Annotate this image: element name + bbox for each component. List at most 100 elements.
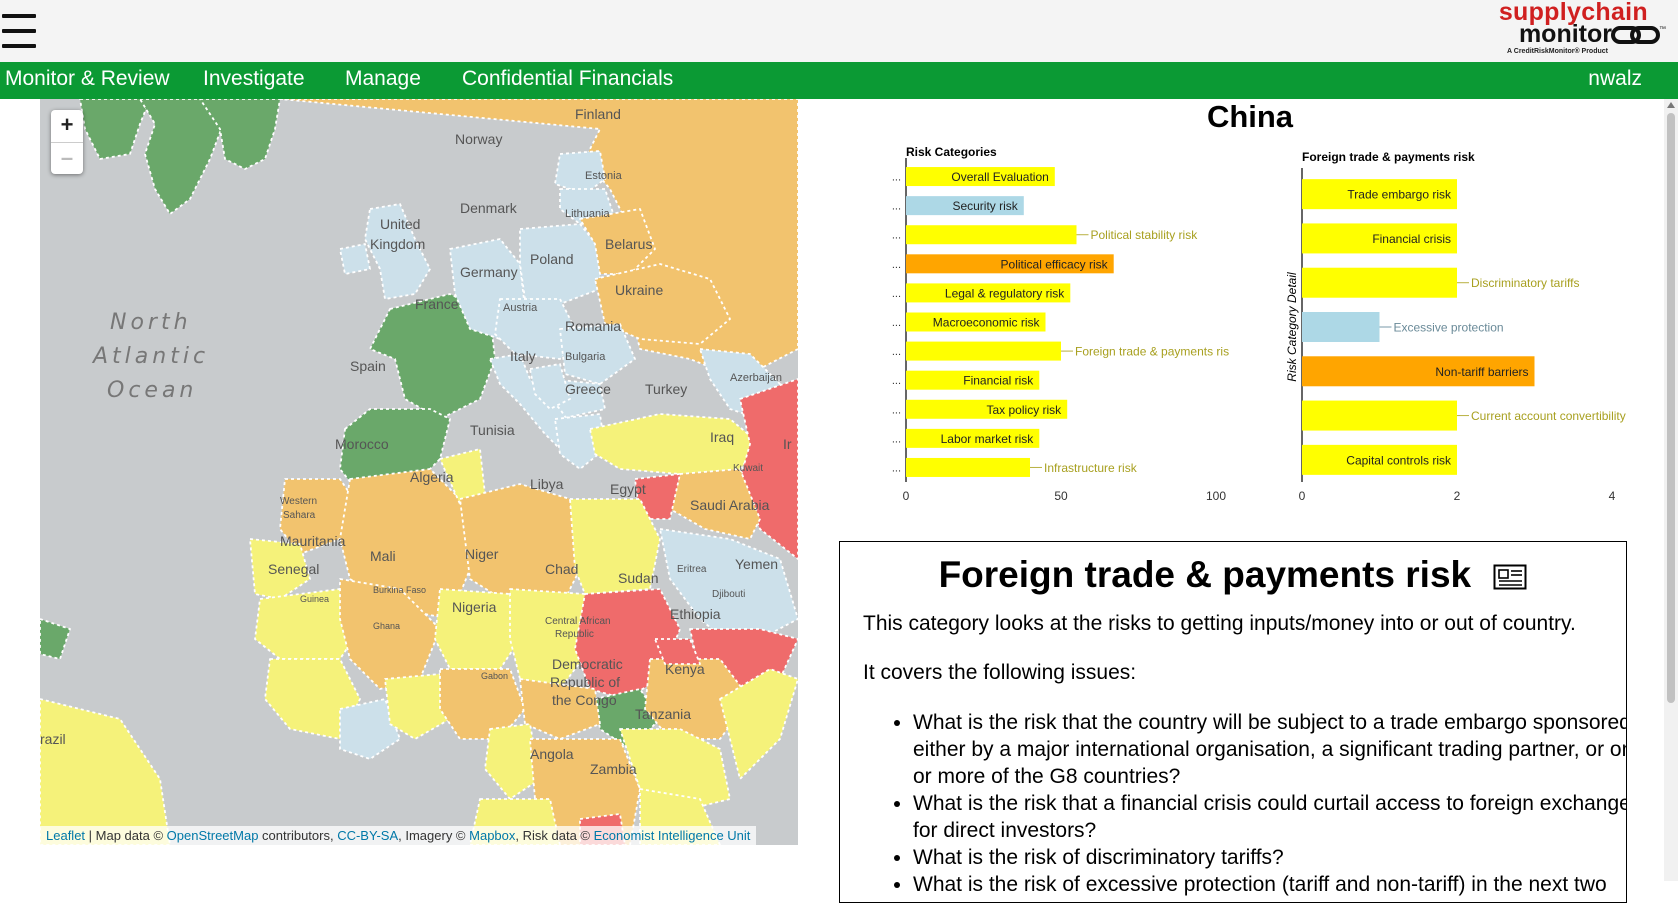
description-covers: It covers the following issues: bbox=[863, 661, 1137, 684]
category-description: Foreign trade & payments risk This categ… bbox=[839, 541, 1627, 903]
eiu-link[interactable]: Economist Intelligence Unit bbox=[594, 828, 751, 843]
map-label: Ghana bbox=[373, 621, 400, 631]
map-label: Italy bbox=[510, 348, 536, 364]
bar-label: Security risk bbox=[952, 199, 1018, 213]
bar-label: Capital controls risk bbox=[1346, 453, 1452, 467]
map-label: Gabon bbox=[481, 671, 508, 681]
bar-label: Current account convertibility bbox=[1471, 409, 1626, 423]
map-label: Bulgaria bbox=[565, 351, 606, 363]
logo-trademark: ™ bbox=[1659, 26, 1666, 33]
mapbox-link[interactable]: Mapbox bbox=[469, 828, 515, 843]
bar bbox=[906, 341, 1061, 361]
map-label: Ethiopia bbox=[670, 606, 721, 622]
zoom-out-button[interactable]: – bbox=[51, 143, 83, 175]
y-tick-label: ... bbox=[892, 259, 901, 271]
bar-label: Infrastructure risk bbox=[1044, 461, 1138, 475]
main-nav: Monitor & Review Investigate Manage Conf… bbox=[0, 62, 1678, 99]
openstreetmap-link[interactable]: OpenStreetMap bbox=[167, 828, 259, 843]
map-label: Mauritania bbox=[280, 533, 346, 549]
description-title: Foreign trade & payments risk bbox=[938, 554, 1472, 595]
scroll-up-arrow-icon[interactable] bbox=[1667, 102, 1675, 108]
x-tick-label: 0 bbox=[1299, 489, 1306, 503]
map-label: Ir bbox=[783, 436, 792, 452]
top-bar: supplychain monitor ™ A CreditRiskMonito… bbox=[0, 0, 1678, 62]
map-label: Poland bbox=[530, 251, 574, 267]
map-label: Germany bbox=[460, 264, 518, 280]
bar-label: Political stability risk bbox=[1091, 228, 1199, 242]
y-tick-label: ... bbox=[892, 288, 901, 300]
risk-map[interactable]: North Atlantic Ocean Finland Norway Esto… bbox=[40, 99, 798, 845]
map-label: Greece bbox=[565, 381, 611, 397]
bar-label: Foreign trade & payments ris bbox=[1075, 345, 1229, 359]
user-menu[interactable]: nwalz bbox=[1588, 67, 1642, 91]
bar bbox=[906, 457, 1030, 477]
zoom-in-button[interactable]: + bbox=[51, 110, 83, 143]
description-title-row: Foreign trade & payments risk bbox=[840, 554, 1626, 596]
hamburger-menu-icon[interactable] bbox=[2, 14, 36, 50]
y-tick-label: ... bbox=[892, 201, 901, 213]
cc-by-sa-link[interactable]: CC-BY-SA bbox=[337, 828, 398, 843]
map-label: Kuwait bbox=[733, 463, 763, 474]
map-label: Ukraine bbox=[615, 282, 663, 298]
bar-label: Political efficacy risk bbox=[1001, 257, 1109, 271]
map-label: Central African bbox=[545, 616, 611, 627]
x-tick-label: 2 bbox=[1454, 489, 1461, 503]
nav-investigate[interactable]: Investigate bbox=[203, 67, 305, 91]
foreign-trade-svg: Foreign trade & payments risk Risk Catego… bbox=[1285, 150, 1626, 503]
chart-title: Foreign trade & payments risk bbox=[1302, 150, 1475, 164]
map-label: Romania bbox=[565, 318, 621, 334]
map-label: Zambia bbox=[590, 761, 637, 777]
map-label: Republic bbox=[555, 629, 594, 640]
bar bbox=[1302, 267, 1457, 298]
map-label: France bbox=[415, 296, 459, 312]
bar-label: Non-tariff barriers bbox=[1435, 365, 1528, 379]
bar-label: Trade embargo risk bbox=[1347, 188, 1452, 202]
list-item: What is the risk that a financial crisis… bbox=[913, 790, 1626, 844]
attribution-text: , Risk data © bbox=[515, 828, 594, 843]
bar-label: Labor market risk bbox=[941, 432, 1035, 446]
map-label: Saudi Arabia bbox=[690, 497, 770, 513]
scrollbar-thumb[interactable] bbox=[1667, 113, 1675, 703]
foreign-trade-chart: Foreign trade & payments risk Risk Catego… bbox=[1284, 144, 1630, 512]
map-label: Iraq bbox=[710, 429, 734, 445]
nav-manage[interactable]: Manage bbox=[345, 67, 421, 91]
description-intro: This category looks at the risks to gett… bbox=[863, 612, 1576, 635]
ocean-label-1: North bbox=[110, 310, 192, 335]
map-label: Algeria bbox=[410, 469, 454, 485]
list-item: What is the risk of excessive protection… bbox=[913, 871, 1626, 902]
list-item: What is the risk that the country will b… bbox=[913, 709, 1626, 790]
map-label: Sahara bbox=[283, 510, 316, 521]
map-canvas[interactable]: North Atlantic Ocean Finland Norway Esto… bbox=[40, 99, 798, 845]
map-label: Libya bbox=[530, 476, 564, 492]
y-tick-label: ... bbox=[892, 462, 901, 474]
page-scrollbar[interactable] bbox=[1664, 99, 1678, 881]
leaflet-link[interactable]: Leaflet bbox=[46, 828, 85, 843]
map-label: Lithuania bbox=[565, 208, 611, 220]
nav-monitor-review[interactable]: Monitor & Review bbox=[5, 67, 170, 91]
map-attribution: Leaflet | Map data © OpenStreetMap contr… bbox=[40, 826, 757, 845]
map-label: Burkina Faso bbox=[373, 585, 426, 595]
map-label: Austria bbox=[503, 302, 538, 314]
bar bbox=[906, 225, 1077, 245]
map-label: Denmark bbox=[460, 200, 518, 216]
map-label: Turkey bbox=[645, 381, 687, 397]
nav-confidential-financials[interactable]: Confidential Financials bbox=[462, 67, 673, 91]
map-label: Morocco bbox=[335, 436, 389, 452]
map-label: Finland bbox=[575, 106, 621, 122]
map-label: Azerbaijan bbox=[730, 372, 782, 384]
attribution-text: contributors, bbox=[258, 828, 338, 843]
bar bbox=[1302, 312, 1380, 342]
map-label: Tanzania bbox=[635, 706, 691, 722]
map-label: Yemen bbox=[735, 556, 778, 572]
ocean-label-2: Atlantic bbox=[91, 344, 209, 369]
newspaper-icon[interactable] bbox=[1493, 564, 1527, 590]
supplychain-monitor-logo[interactable]: supplychain monitor ™ A CreditRiskMonito… bbox=[1486, 0, 1668, 62]
bar-label: Financial crisis bbox=[1372, 232, 1451, 246]
y-tick-label: ... bbox=[892, 172, 901, 184]
bar-label: Overall Evaluation bbox=[951, 170, 1048, 184]
map-label: Democratic bbox=[552, 656, 623, 672]
bar-label: Legal & regulatory risk bbox=[945, 286, 1065, 300]
risk-categories-chart: Risk Categories... Overall Evaluation... S… bbox=[888, 144, 1234, 512]
x-tick-label: 100 bbox=[1206, 489, 1226, 503]
bar-label: Financial risk bbox=[963, 374, 1034, 388]
